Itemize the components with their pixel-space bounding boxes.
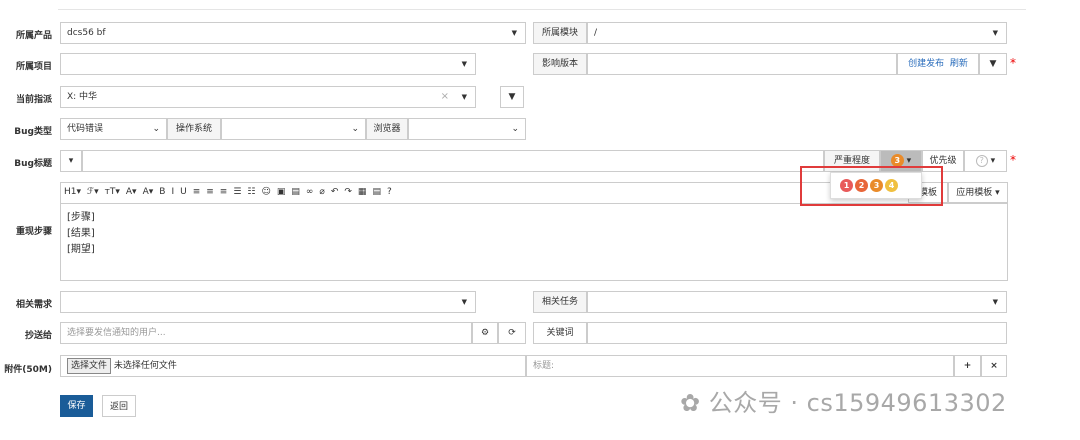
- toolbar-button[interactable]: ≡: [220, 183, 228, 202]
- assign-label: 当前指派: [15, 95, 52, 105]
- attach-label: 附件(50M): [4, 365, 52, 375]
- story-select[interactable]: ▼: [60, 291, 476, 313]
- bugtype-value: 代码错误: [67, 124, 104, 134]
- toolbar-button[interactable]: B: [159, 183, 165, 202]
- keywords-input[interactable]: [587, 322, 1007, 344]
- wechat-icon: ✿: [680, 389, 701, 417]
- os-label: 操作系统: [167, 118, 221, 140]
- toolbar-button[interactable]: ⌀: [319, 183, 324, 202]
- toolbar-button[interactable]: ↶: [331, 183, 339, 202]
- task-select[interactable]: ▼: [587, 291, 1007, 313]
- product-label: 所属产品: [15, 31, 52, 41]
- highlight-box: [800, 166, 943, 206]
- os-select[interactable]: ⌄: [221, 118, 366, 140]
- version-label: 影响版本: [533, 53, 587, 75]
- chevron-down-icon: ▼: [511, 29, 517, 37]
- browser-label: 浏览器: [366, 118, 408, 140]
- close-icon[interactable]: ×: [981, 355, 1007, 377]
- chevron-down-icon: ⌄: [351, 124, 359, 134]
- toolbar-button[interactable]: A▾: [143, 183, 154, 202]
- watermark-text: 公众号 · cs15949613302: [708, 389, 1007, 417]
- title-color-dropdown[interactable]: ▾: [60, 150, 82, 172]
- module-value: /: [594, 28, 598, 38]
- priority-select[interactable]: ? ▾: [964, 150, 1007, 172]
- toolbar-button[interactable]: тT▾: [105, 183, 120, 202]
- toolbar-button[interactable]: U: [180, 183, 187, 202]
- title-input[interactable]: [82, 150, 824, 172]
- bugtype-label: Bug类型: [14, 127, 52, 137]
- project-label: 所属项目: [15, 62, 52, 72]
- project-select[interactable]: ▼: [60, 53, 476, 75]
- module-select[interactable]: / ▼: [587, 22, 1007, 44]
- title-label: Bug标题: [14, 159, 52, 169]
- toolbar-button[interactable]: I: [171, 183, 174, 202]
- apply-template-button[interactable]: 应用模板 ▾: [948, 182, 1008, 203]
- gear-icon[interactable]: ⚙: [472, 322, 498, 344]
- steps-editor[interactable]: [步骤] [结果] [期望]: [60, 203, 1008, 281]
- chevron-down-icon: ▼: [992, 29, 998, 37]
- module-label: 所属模块: [533, 22, 587, 44]
- priority-value: ?: [975, 155, 988, 167]
- task-label: 相关任务: [533, 291, 587, 313]
- toolbar-button[interactable]: ▣: [277, 183, 286, 202]
- chevron-down-icon: ▼: [461, 93, 467, 101]
- chevron-down-icon: ▼: [461, 298, 467, 306]
- product-select[interactable]: dcs56 bf ▼: [60, 22, 526, 44]
- story-label: 相关需求: [15, 300, 52, 310]
- cc-label: 抄送给: [24, 331, 52, 341]
- steps-label: 重现步骤: [15, 227, 52, 237]
- chevron-down-icon: ▼: [461, 60, 467, 68]
- file-title-placeholder: 标题:: [533, 361, 555, 371]
- cc-input[interactable]: 选择要发信通知的用户...: [60, 322, 472, 344]
- assign-select[interactable]: X: 中华 × ▼: [60, 86, 476, 108]
- bugtype-select[interactable]: 代码错误 ⌄: [60, 118, 167, 140]
- watermark: ✿ 公众号 · cs15949613302: [680, 383, 1007, 418]
- toolbar-button[interactable]: ≡: [193, 183, 201, 202]
- release-links: 创建发布 刷新: [897, 53, 979, 75]
- top-divider: [58, 9, 1026, 10]
- apply-template-label: 应用模板: [956, 188, 993, 198]
- back-button[interactable]: 返回: [102, 395, 136, 417]
- choose-file-button[interactable]: 选择文件: [67, 358, 112, 374]
- chevron-down-icon: ▼: [992, 298, 998, 306]
- toolbar-button[interactable]: ☺: [261, 183, 270, 202]
- toolbar-button[interactable]: ≡: [206, 183, 214, 202]
- cc-placeholder: 选择要发信通知的用户...: [67, 328, 166, 338]
- clear-icon[interactable]: ×: [441, 87, 449, 107]
- keywords-label: 关键词: [533, 322, 587, 344]
- required-star: *: [1010, 153, 1016, 167]
- steps-line: [结果]: [67, 228, 95, 239]
- toolbar-button[interactable]: ∞: [306, 183, 314, 202]
- toolbar-button[interactable]: ▤: [291, 183, 300, 202]
- steps-line: [期望]: [67, 244, 95, 255]
- toolbar-button[interactable]: ?: [387, 183, 392, 202]
- chevron-down-icon: ⌄: [511, 124, 519, 134]
- no-file-text: 未选择任何文件: [113, 361, 177, 371]
- toolbar-button[interactable]: ▤: [372, 183, 381, 202]
- toolbar-button[interactable]: ☷: [247, 183, 255, 202]
- filter-icon[interactable]: ▼: [979, 53, 1007, 75]
- file-title-input[interactable]: 标题:: [526, 355, 954, 377]
- refresh-icon[interactable]: ⟳: [498, 322, 526, 344]
- save-button[interactable]: 保存: [60, 395, 93, 417]
- plus-icon[interactable]: +: [954, 355, 981, 377]
- file-input[interactable]: 选择文件 未选择任何文件: [60, 355, 526, 377]
- toolbar-button[interactable]: A▾: [126, 183, 137, 202]
- product-value: dcs56 bf: [67, 28, 106, 38]
- assign-value: X: 中华: [67, 92, 98, 102]
- required-star: *: [1010, 56, 1016, 70]
- create-release-link[interactable]: 创建发布: [908, 59, 944, 69]
- steps-line: [步骤]: [67, 212, 95, 223]
- toolbar-button[interactable]: ▦: [358, 183, 367, 202]
- version-select[interactable]: [587, 53, 897, 75]
- browser-select[interactable]: ⌄: [408, 118, 526, 140]
- toolbar-button[interactable]: ℱ▾: [87, 183, 99, 202]
- filter-icon[interactable]: ▼: [500, 86, 524, 108]
- toolbar-button[interactable]: ☰: [233, 183, 241, 202]
- toolbar-button[interactable]: H1▾: [64, 183, 81, 202]
- toolbar-button[interactable]: ↷: [344, 183, 352, 202]
- chevron-down-icon: ⌄: [152, 124, 160, 134]
- refresh-link[interactable]: 刷新: [950, 59, 968, 69]
